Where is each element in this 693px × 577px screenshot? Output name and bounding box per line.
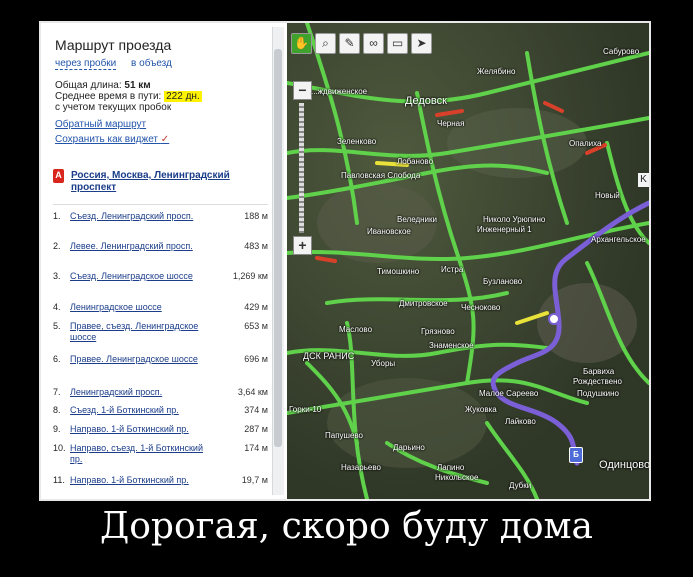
satellite-map[interactable]: ✋ ⌕ ✎ ∞ ▭ ➤ − + Сабурово Желябино ...ждв…	[287, 23, 649, 499]
map-label: Николо Урюпино	[483, 215, 546, 224]
map-label: Подушкино	[577, 389, 619, 398]
map-label: Грязново	[421, 327, 455, 336]
pointer-icon[interactable]: ➤	[411, 33, 432, 54]
map-toolbar: ✋ ⌕ ✎ ∞ ▭ ➤	[291, 33, 432, 55]
map-label: Маслово	[339, 325, 373, 334]
reverse-route-link[interactable]: Обратный маршрут	[55, 119, 169, 131]
map-label: Бузланово	[483, 277, 523, 286]
map-label: Знаменское	[429, 341, 474, 350]
route-mode-links: через пробки в объезд	[55, 58, 184, 70]
map-label: Лайково	[505, 417, 536, 426]
map-label: Назарьево	[341, 463, 381, 472]
map-label: Одинцово	[599, 459, 649, 471]
map-label: Истра	[441, 265, 464, 274]
map-label: Дубки	[509, 481, 532, 490]
checkmark-icon: ✓	[160, 134, 170, 145]
map-label: Черная	[437, 119, 465, 128]
route-sidebar: Маршрут проезда через пробки в объезд Об…	[41, 23, 287, 499]
avg-time-label: Среднее время в пути:	[55, 91, 162, 102]
map-label: Барвиха	[583, 367, 615, 376]
total-length-label: Общая длина:	[55, 80, 122, 91]
map-label: Новый	[595, 191, 620, 200]
map-label: Дмитровское	[399, 299, 448, 308]
route-waypoint	[548, 313, 560, 325]
map-label: Зеленково	[337, 137, 377, 146]
edge-marker[interactable]: K	[638, 173, 649, 187]
detour-link[interactable]: в объезд	[131, 58, 172, 69]
zoom-control: − +	[293, 81, 312, 256]
traffic-note: с учетом текущих пробок	[55, 102, 172, 113]
map-label: Опалиха	[569, 139, 602, 148]
map-label: Лобаново	[397, 157, 434, 166]
link-icon[interactable]: ∞	[363, 33, 384, 54]
total-length-value: 51 км	[124, 80, 151, 91]
map-label: Никольское	[435, 473, 479, 482]
map-label: Уборы	[371, 359, 396, 368]
screenshot-frame: Маршрут проезда через пробки в объезд Об…	[39, 21, 651, 501]
route-title: Маршрут проезда	[55, 37, 172, 53]
map-label: Желябино	[477, 67, 516, 76]
map-label: Лапино	[437, 463, 465, 472]
map-label: Жуковка	[465, 405, 497, 414]
map-label: Горки-10	[289, 405, 322, 414]
map-label: ...ждвиженское	[311, 87, 368, 96]
map-label: Чесноково	[461, 303, 501, 312]
map-label: Малое Сареево	[479, 389, 539, 398]
save-widget-link[interactable]: Сохранить как виджет ✓	[55, 134, 169, 146]
map-label: Павловская Слобода	[341, 171, 421, 180]
map-label: Инженерный 1	[477, 225, 532, 234]
map-label: Веледники	[397, 215, 437, 224]
start-marker-icon: A	[53, 169, 64, 183]
magnifier-icon[interactable]: ⌕	[315, 33, 336, 54]
demotivator-caption: Дорогая, скоро буду дома	[99, 506, 594, 547]
via-traffic-link[interactable]: через пробки	[55, 58, 117, 70]
hand-icon[interactable]: ✋	[291, 33, 312, 54]
map-label: Архангельское	[591, 235, 646, 244]
ruler-icon[interactable]: ✎	[339, 33, 360, 54]
map-label: Ивановское	[367, 227, 411, 236]
map-label: Сабурово	[603, 47, 640, 56]
end-marker-icon[interactable]: Б	[569, 447, 583, 463]
zoom-out-button[interactable]: −	[293, 81, 312, 100]
start-address-link[interactable]: Россия, Москва, Ленинградский проспект	[71, 170, 266, 194]
map-label: Папушево	[325, 431, 364, 440]
map-label: Рождествено	[573, 377, 622, 386]
sidebar-scrollbar[interactable]	[272, 27, 284, 495]
avg-time-value: 222 дн.	[164, 91, 202, 102]
map-label: Дарьино	[393, 443, 425, 452]
divider	[53, 204, 268, 205]
map-label: Тимошкино	[377, 267, 420, 276]
zoom-slider[interactable]	[299, 103, 304, 233]
route-summary: Общая длина: 51 км Среднее время в пути:…	[55, 80, 202, 113]
map-label: ДСК РАНИС	[303, 351, 355, 361]
scrollbar-thumb[interactable]	[274, 49, 282, 447]
map-label: Дедовск	[405, 95, 447, 107]
route-actions: Обратный маршрут Сохранить как виджет ✓	[55, 119, 169, 146]
zoom-in-button[interactable]: +	[293, 236, 312, 255]
print-icon[interactable]: ▭	[387, 33, 408, 54]
